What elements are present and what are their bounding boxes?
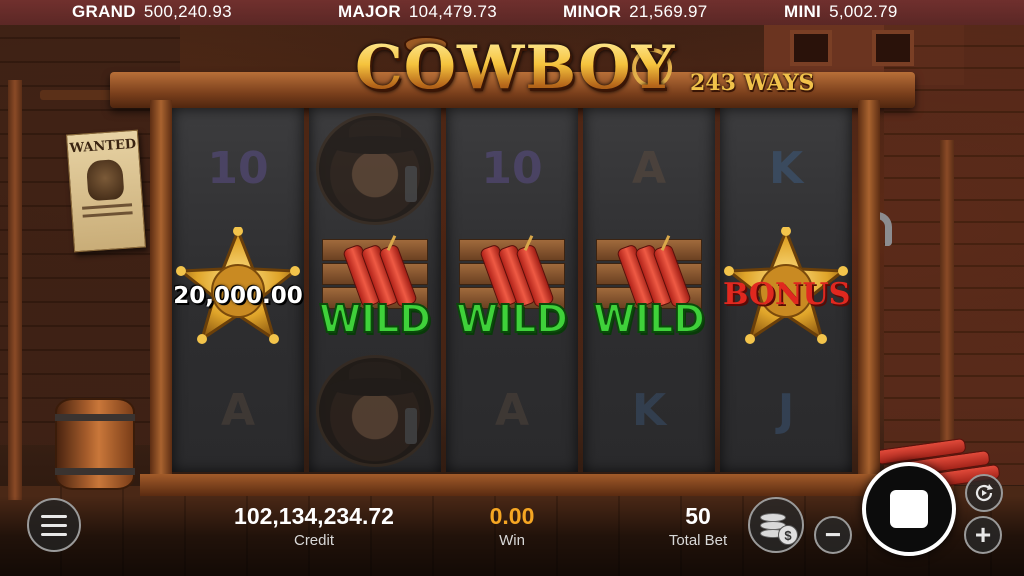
symbol-text: A bbox=[494, 385, 530, 436]
total-bet-value: 50 bbox=[685, 503, 711, 529]
logo-title: COWBOY bbox=[355, 33, 676, 103]
jackpot-value: 21,569.97 bbox=[629, 2, 708, 21]
jackpot-grand: GRAND 500,240.93 bbox=[72, 2, 232, 22]
barrel-hoop bbox=[55, 468, 135, 475]
logo-ways: 243 WAYS bbox=[690, 70, 815, 96]
increase-bet-button[interactable]: + bbox=[964, 516, 1002, 554]
dynamite-wild-icon: WILD bbox=[316, 234, 434, 345]
symbol-text: A bbox=[220, 385, 256, 436]
stop-icon bbox=[890, 490, 928, 528]
symbol-text: K bbox=[631, 385, 667, 436]
star-win-amount: 20,000.00 bbox=[173, 282, 303, 309]
menu-icon-bar bbox=[41, 514, 67, 518]
cowboy-icon bbox=[316, 112, 434, 225]
wild-label: WILD bbox=[455, 296, 569, 342]
symbol-text: J bbox=[777, 385, 795, 436]
building-window bbox=[790, 30, 832, 66]
spin-stop-button[interactable] bbox=[862, 462, 956, 556]
poster-text-line bbox=[82, 203, 133, 210]
poster-text-line bbox=[82, 211, 133, 218]
jackpot-bar: GRAND 500,240.93 MAJOR 104,479.73 MINOR 21,… bbox=[0, 0, 1024, 25]
reel-3: 10 WILD A bbox=[446, 108, 578, 472]
reel-symbol-wild: WILD bbox=[446, 229, 578, 350]
game-logo: COWBOY bbox=[355, 33, 695, 113]
bet-settings-button[interactable]: $ bbox=[748, 497, 804, 553]
reel-symbol-bonus: BONUS bbox=[720, 226, 852, 353]
barrel-hoop bbox=[55, 414, 135, 421]
reel-symbol-sheriff-star: 20,000.00 bbox=[172, 226, 304, 353]
symbol-text: K bbox=[768, 143, 804, 194]
barrel bbox=[55, 398, 135, 490]
reel-symbol-10: 10 bbox=[446, 108, 578, 229]
jackpot-minor: MINOR 21,569.97 bbox=[563, 2, 708, 22]
win-value: 0.00 bbox=[489, 503, 535, 529]
reel-5: K BONUS J bbox=[720, 108, 852, 472]
credit-value: 102,134,234.72 bbox=[234, 503, 394, 529]
symbol-text: 10 bbox=[207, 143, 269, 194]
menu-icon-bar bbox=[41, 532, 67, 536]
dollar-icon: $ bbox=[778, 525, 798, 545]
reel-symbol-wild: WILD bbox=[583, 229, 715, 350]
dynamite-wild-icon: WILD bbox=[590, 234, 708, 345]
credit-display: 102,134,234.72 Credit bbox=[222, 503, 406, 549]
jackpot-label: GRAND bbox=[72, 2, 136, 21]
cowboy-icon bbox=[316, 354, 434, 467]
jackpot-mini: MINI 5,002.79 bbox=[784, 2, 898, 22]
total-bet-label: Total Bet bbox=[668, 532, 728, 549]
reel-symbol-cowboy bbox=[309, 350, 441, 471]
reel-symbol-K: K bbox=[720, 108, 852, 229]
wanted-poster-portrait bbox=[85, 158, 125, 202]
reel-symbol-A: A bbox=[172, 350, 304, 471]
frame-right-post bbox=[858, 100, 880, 480]
symbol-text: 10 bbox=[481, 143, 543, 194]
reel-symbol-A: A bbox=[583, 108, 715, 229]
symbol-text: A bbox=[631, 143, 667, 194]
wanted-poster: WANTED bbox=[65, 129, 147, 253]
jackpot-label: MINI bbox=[784, 2, 822, 21]
jackpot-value: 5,002.79 bbox=[829, 2, 898, 21]
reel-1: 10 20,000.00 A bbox=[172, 108, 304, 472]
bonus-label: BONUS bbox=[723, 276, 851, 312]
wild-label: WILD bbox=[318, 296, 432, 342]
autoplay-icon bbox=[975, 484, 993, 502]
credit-label: Credit bbox=[293, 532, 334, 549]
total-bet-display: 50 Total Bet bbox=[658, 503, 738, 549]
wild-label: WILD bbox=[592, 296, 706, 342]
reel-symbol-A: A bbox=[446, 350, 578, 471]
reel-2: WILD bbox=[309, 108, 441, 472]
menu-icon-bar bbox=[41, 523, 67, 527]
jackpot-label: MINOR bbox=[563, 2, 622, 21]
autoplay-button[interactable] bbox=[965, 474, 1003, 512]
reel-symbol-wild: WILD bbox=[309, 229, 441, 350]
reel-symbol-10: 10 bbox=[172, 108, 304, 229]
win-label: Win bbox=[499, 532, 525, 549]
reel-symbol-K: K bbox=[583, 350, 715, 471]
menu-button[interactable] bbox=[27, 498, 81, 552]
dynamite-wild-icon: WILD bbox=[453, 234, 571, 345]
reel-symbol-cowboy bbox=[309, 108, 441, 229]
reel-symbol-J: J bbox=[720, 350, 852, 471]
jackpot-major: MAJOR 104,479.73 bbox=[338, 2, 497, 22]
jackpot-value: 500,240.93 bbox=[143, 2, 232, 21]
win-display: 0.00 Win bbox=[470, 503, 554, 549]
porch-post bbox=[8, 80, 22, 500]
building-window bbox=[872, 30, 914, 66]
bonus-star-icon: BONUS bbox=[723, 226, 851, 353]
sheriff-star-icon: 20,000.00 bbox=[173, 226, 303, 353]
jackpot-label: MAJOR bbox=[338, 2, 401, 21]
decrease-bet-button[interactable]: − bbox=[814, 516, 852, 554]
reel-4: A WILD K bbox=[583, 108, 715, 472]
jackpot-value: 104,479.73 bbox=[408, 2, 497, 21]
frame-bottom-beam bbox=[140, 474, 890, 496]
wanted-poster-title: WANTED bbox=[69, 136, 137, 157]
